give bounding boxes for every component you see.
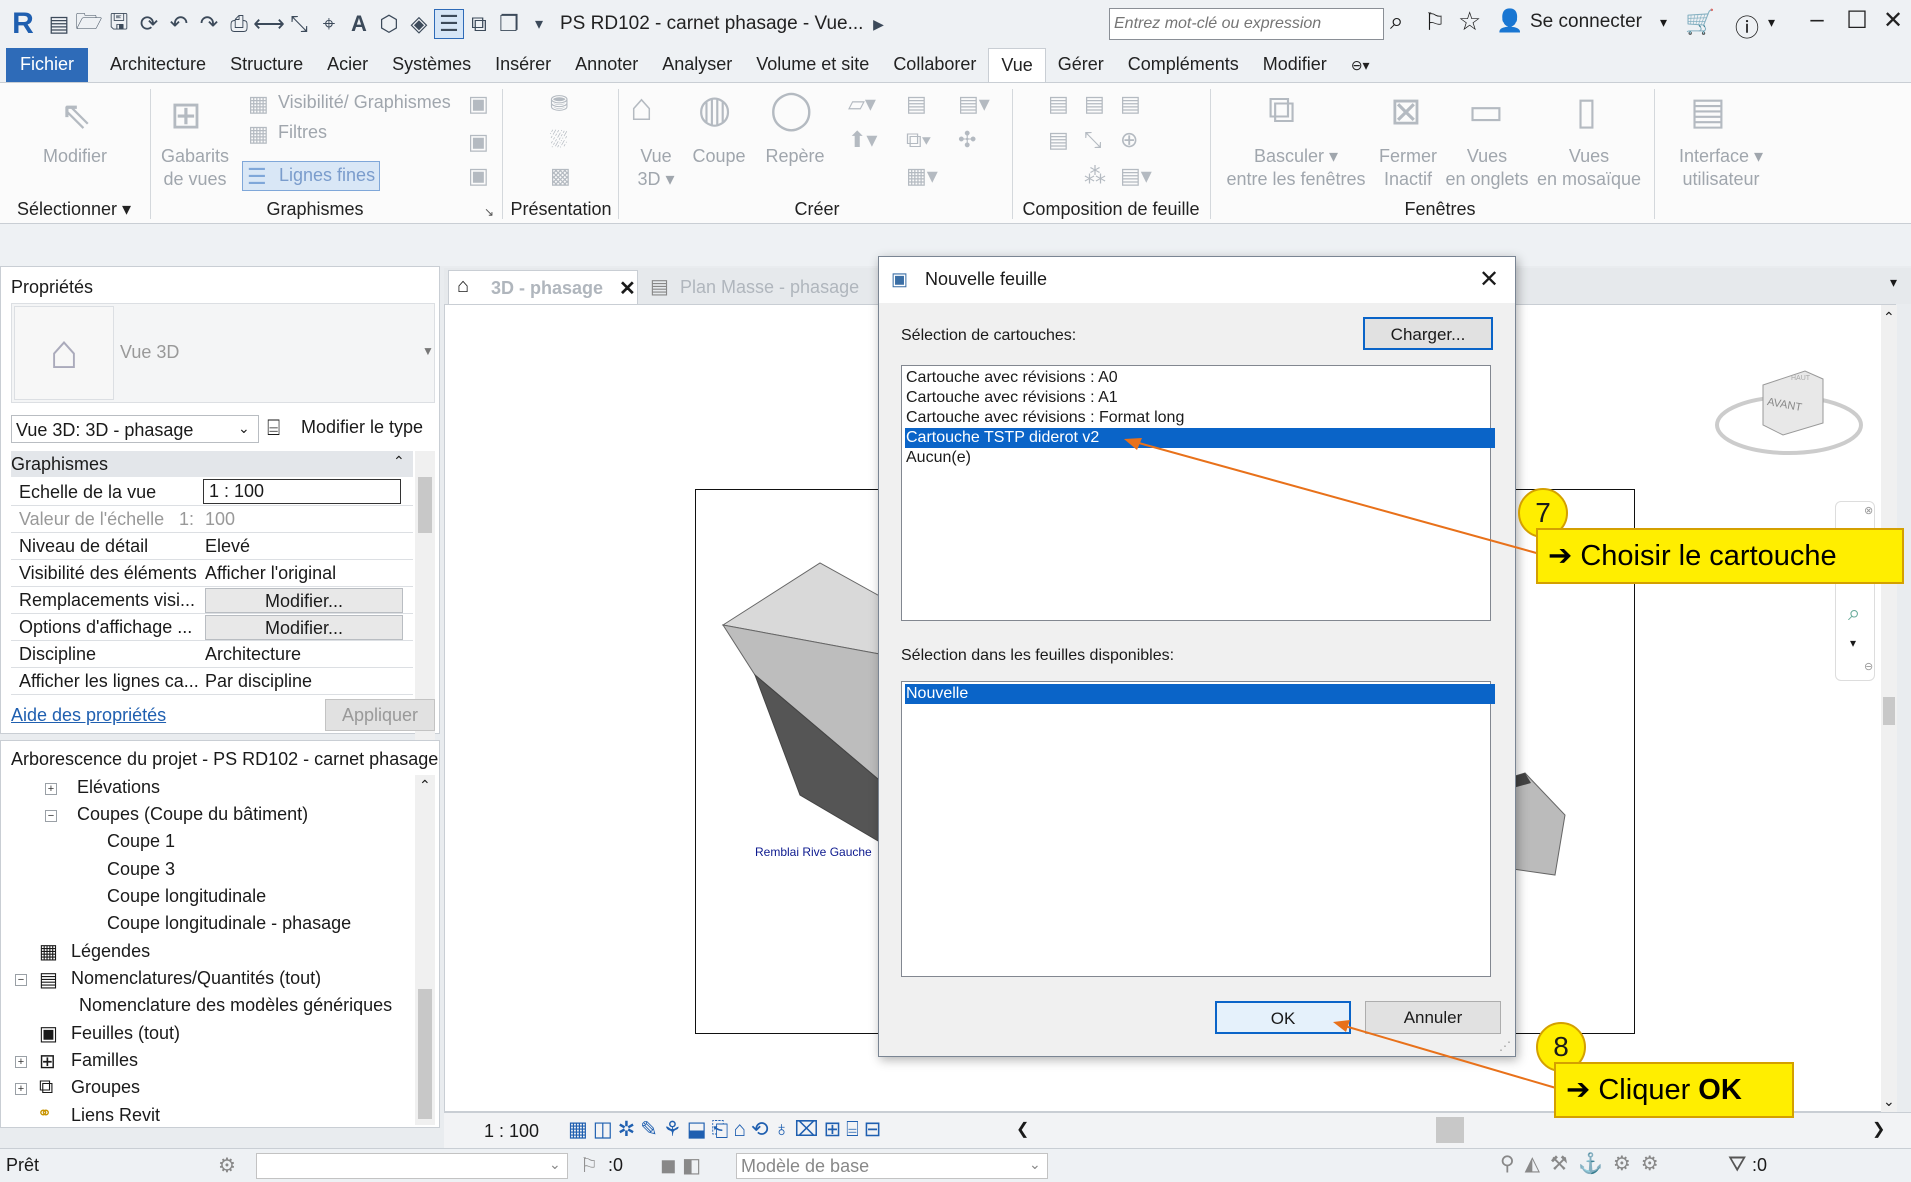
step-8-callout: ➔ Cliquer OK (1554, 1062, 1794, 1118)
arrow-8-line (1337, 1023, 1557, 1089)
annotation-arrows (1124, 438, 1557, 1089)
arrow-7-head (1124, 438, 1142, 450)
arrow-8-head (1333, 1020, 1350, 1032)
step-7-callout: ➔ Choisir le cartouche (1536, 528, 1904, 584)
arrow-7-line (1127, 439, 1541, 555)
